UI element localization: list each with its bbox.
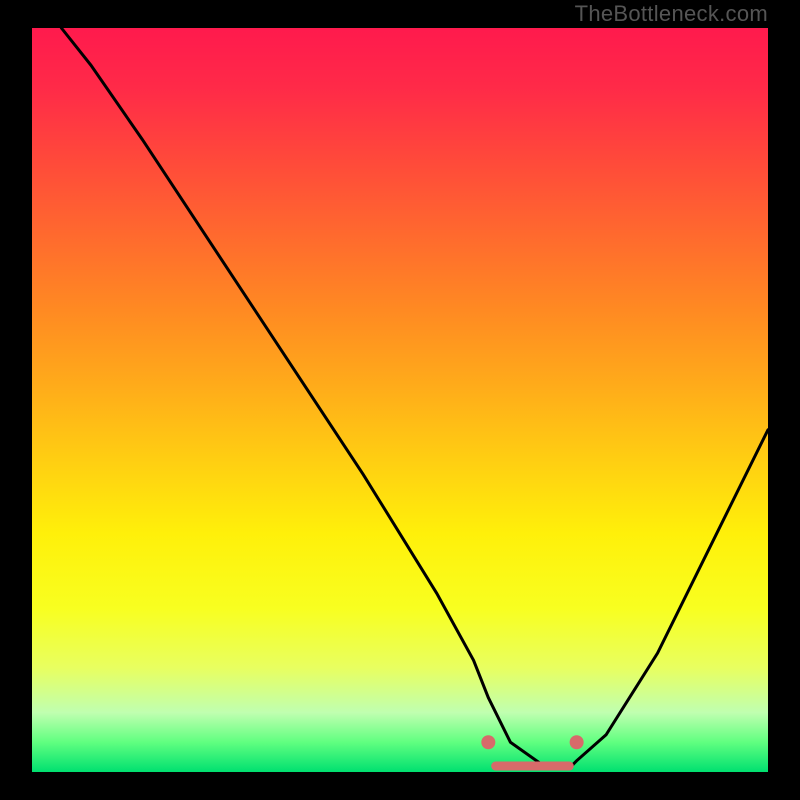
bottleneck-curve <box>61 28 768 768</box>
recommended-end-marker <box>570 735 584 749</box>
recommended-start-marker <box>481 735 495 749</box>
chart-svg <box>0 0 800 800</box>
